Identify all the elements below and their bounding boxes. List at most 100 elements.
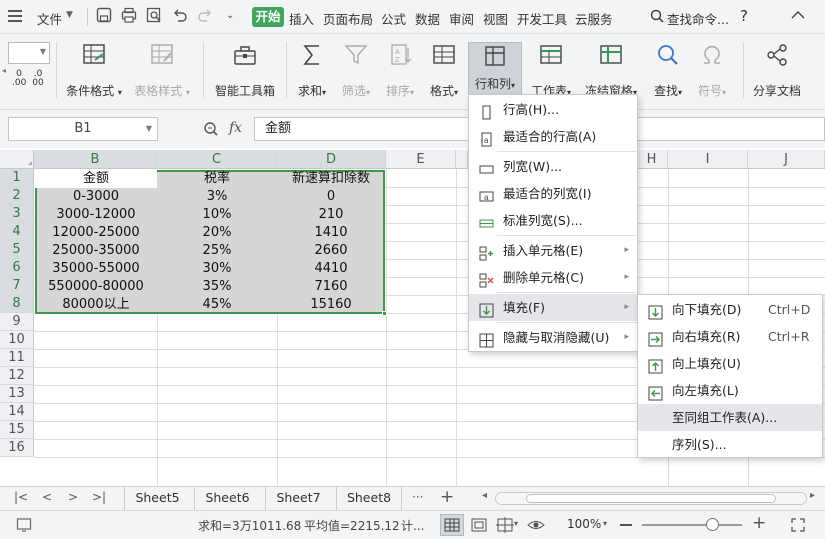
table-cell[interactable]: 1410 [277,224,385,242]
page-layout-view-icon[interactable] [470,517,488,536]
row-header[interactable]: 4 [0,223,34,241]
tab-view[interactable]: 视图 [483,9,508,28]
chevron-down-icon[interactable]: ▼ [66,10,73,20]
table-cell[interactable]: 15160 [277,296,385,314]
menu-item-column-width[interactable]: 列宽(W)... [469,153,637,180]
row-header[interactable]: 12 [0,367,34,385]
chevron-down-icon[interactable]: ▼ [146,118,152,140]
row-header[interactable]: 2 [0,187,34,205]
decrease-decimal-button[interactable]: .0 00 [30,70,46,88]
column-header-b[interactable]: B [34,150,157,169]
menu-item-hide-unhide[interactable]: 隐藏与取消隐藏(U) ▸ [469,324,637,351]
column-header-h[interactable]: H [636,150,668,169]
name-box[interactable]: B1 ▼ [8,117,158,141]
menu-icon[interactable] [8,10,22,22]
page-break-view-icon[interactable] [496,517,514,536]
table-cell[interactable]: 7160 [277,278,385,296]
scroll-left-icon[interactable]: ◂ [482,490,487,501]
zoom-out-icon[interactable] [620,524,632,526]
tab-cloud[interactable]: 云服务 [575,9,613,28]
chevron-down-icon[interactable]: ⌄ [226,10,234,21]
sheet-tab-sheet8[interactable]: Sheet8 [336,487,402,510]
menu-item-fill[interactable]: 填充(F) ▸ [469,294,637,321]
print-icon[interactable] [121,7,139,25]
macro-icon[interactable] [16,517,32,536]
table-cell[interactable]: 3% [157,188,277,206]
table-cell[interactable]: 2660 [277,242,385,260]
menu-item-series[interactable]: 序列(S)... [638,431,822,458]
add-sheet-icon[interactable]: + [440,487,454,507]
smart-toolbox-button[interactable]: 智能工具箱 [212,42,278,104]
column-header-i[interactable]: I [668,150,748,169]
select-all-corner[interactable] [0,150,34,169]
tab-developer[interactable]: 开发工具 [517,9,567,28]
sheet-tab-sheet5[interactable]: Sheet5 [124,487,190,510]
search-icon[interactable] [650,9,664,26]
table-style-button[interactable]: 表格样式 ▾ [130,42,194,104]
undo-icon[interactable] [172,7,190,25]
row-header[interactable]: 1 [0,169,34,187]
print-preview-icon[interactable] [146,7,164,25]
tab-data[interactable]: 数据 [415,9,440,28]
number-format-dropdown[interactable]: ▼ [8,42,50,64]
scroll-left-icon[interactable]: ◂ [2,66,6,75]
table-cell[interactable]: 210 [277,206,385,224]
table-cell[interactable]: 20% [157,224,277,242]
table-cell[interactable]: 25000-35000 [35,242,157,260]
increase-decimal-button[interactable]: 0.00 [12,70,26,88]
menu-item-fill-across-sheets[interactable]: 至同组工作表(A)... [638,404,822,431]
symbol-button[interactable]: 符号▾ [692,42,732,104]
menu-item-autofit-row[interactable]: a 最适合的行高(A) [469,123,637,150]
table-cell[interactable]: 80000以上 [35,296,157,314]
row-header[interactable]: 8 [0,295,34,313]
zoom-in-icon[interactable]: + [752,513,766,533]
table-cell[interactable]: 0 [277,188,385,206]
tab-page-layout[interactable]: 页面布局 [323,9,373,28]
column-header-f[interactable] [456,150,468,169]
first-sheet-icon[interactable]: |< [14,490,28,504]
row-header[interactable]: 7 [0,277,34,295]
tab-review[interactable]: 审阅 [449,9,474,28]
last-sheet-icon[interactable]: >| [92,490,106,504]
sheet-tab-sheet6[interactable]: Sheet6 [194,487,260,510]
file-menu[interactable]: 文件 [37,9,62,28]
column-header-e[interactable]: E [386,150,456,169]
header-cell[interactable]: 金额 [35,170,157,188]
row-header[interactable]: 11 [0,349,34,367]
row-header[interactable]: 9 [0,313,34,331]
save-icon[interactable] [96,7,114,25]
collapse-ribbon-icon[interactable] [791,9,805,23]
row-header[interactable]: 15 [0,421,34,439]
row-header[interactable]: 14 [0,403,34,421]
chevron-down-icon[interactable]: ▾ [514,519,518,528]
table-cell[interactable]: 35000-55000 [35,260,157,278]
header-cell[interactable]: 新速算扣除数 [277,170,385,188]
share-doc-button[interactable]: 分享文档 [748,42,806,104]
table-cell[interactable]: 4410 [277,260,385,278]
fullscreen-icon[interactable] [790,517,806,536]
find-button[interactable]: 查找▾ [648,42,688,104]
table-cell[interactable]: 3000-12000 [35,206,157,224]
tab-insert[interactable]: 插入 [289,9,314,28]
menu-item-autofit-column[interactable]: a 最适合的列宽(I) [469,180,637,207]
zoom-formula-icon[interactable] [203,121,219,140]
scrollbar-thumb[interactable] [526,494,776,503]
sort-button[interactable]: AZ 排序▾ [380,42,420,104]
sheet-tab-sheet7[interactable]: Sheet7 [265,487,331,510]
menu-item-fill-up[interactable]: 向上填充(U) [638,350,822,377]
chevron-down-icon[interactable]: ▾ [603,519,607,528]
filter-button[interactable]: 筛选▾ [336,42,376,104]
format-button[interactable]: 格式▾ [424,42,464,104]
menu-item-fill-down[interactable]: 向下填充(D) Ctrl+D [638,296,822,323]
scroll-right-icon[interactable]: ▸ [810,490,815,501]
menu-item-insert-cells[interactable]: 插入单元格(E) ▸ [469,237,637,264]
menu-item-fill-right[interactable]: 向右填充(R) Ctrl+R [638,323,822,350]
table-cell[interactable]: 12000-25000 [35,224,157,242]
tab-formulas[interactable]: 公式 [381,9,406,28]
table-cell[interactable]: 30% [157,260,277,278]
menu-item-row-height[interactable]: 行高(H)... [469,96,637,123]
fx-icon[interactable]: fx [229,120,242,136]
more-sheets-icon[interactable]: ··· [412,490,423,504]
rows-columns-button[interactable]: 行和列▾ [468,42,522,102]
conditional-format-button[interactable]: 条件格式 ▾ [62,42,126,104]
